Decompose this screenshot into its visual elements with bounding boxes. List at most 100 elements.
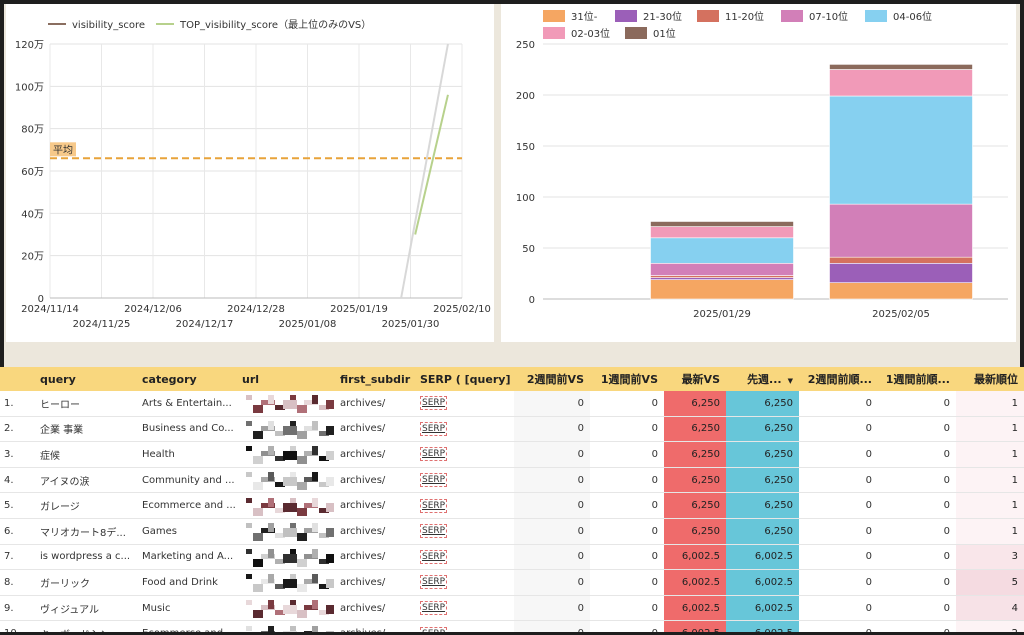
cell-rank-2w: 0 — [799, 544, 878, 571]
serp-link[interactable]: SERP — [420, 498, 448, 513]
header-first-subdir[interactable]: first_subdir — [336, 367, 416, 391]
header-rank-1w[interactable]: 1週間前順... — [878, 367, 956, 391]
header-vs-new[interactable]: 最新VS — [664, 367, 726, 391]
legend-label[interactable]: 21-30位 — [643, 10, 682, 23]
table-row[interactable]: 3. 症候 Health archives/SERP 0 0 6,250 6,250 0 0 1 — [0, 441, 1024, 468]
y-tick-label: 250 — [516, 40, 535, 51]
table-row[interactable]: 5. ガレージ Ecommerce and ... archives/SERP 0 0 6,… — [0, 492, 1024, 519]
cell-query[interactable]: 症候 — [36, 441, 138, 468]
cell-rank-1w: 0 — [878, 620, 956, 632]
cell-vs-prev: 6,250 — [726, 416, 799, 443]
bar-segment[interactable] — [650, 262, 794, 276]
cell-url-redacted[interactable] — [238, 518, 336, 545]
cell-rank-2w: 0 — [799, 391, 878, 417]
cell-vs-2w: 0 — [514, 416, 590, 443]
cell-rank-new: 3 — [956, 544, 1024, 571]
bar-segment[interactable] — [829, 64, 973, 70]
cell-url-redacted[interactable] — [238, 569, 336, 596]
serp-link[interactable]: SERP — [420, 575, 448, 590]
serp-link[interactable]: SERP — [420, 601, 448, 616]
bar-segment[interactable] — [829, 262, 973, 283]
header-vs-1w[interactable]: 1週間前VS — [590, 367, 664, 391]
cell-vs-prev: 6,002.5 — [726, 595, 799, 622]
rank-distribution-bar-chart[interactable]: 31位- 21-30位 11-20位 07-10位 04-06位 02-03位 01位 25… — [501, 4, 1016, 342]
row-index: 10. — [0, 620, 36, 632]
table-row[interactable]: 8. ガーリック Food and Drink archives/SERP 0 0 6,00… — [0, 569, 1024, 596]
bar-segment[interactable] — [650, 221, 794, 227]
bar-segment[interactable] — [829, 256, 973, 264]
cell-query[interactable]: is wordpress a c... — [36, 544, 138, 571]
header-rank-new[interactable]: 最新順位 — [956, 367, 1024, 391]
cell-vs-new: 6,250 — [664, 391, 726, 417]
cell-query[interactable]: ヒーロー — [36, 391, 138, 417]
bar-segment[interactable] — [650, 277, 794, 280]
cell-url-redacted[interactable] — [238, 416, 336, 443]
cell-query[interactable]: ガーリック — [36, 569, 138, 596]
serp-link[interactable]: SERP — [420, 473, 448, 488]
visibility-line-chart-card: visibility_score TOP_visibility_score（最上位… — [6, 4, 494, 342]
cell-url-redacted[interactable] — [238, 441, 336, 468]
table-row[interactable]: 4. アイヌの涙 Community and ... archives/SERP 0 0 6… — [0, 467, 1024, 494]
bar-segment[interactable] — [829, 69, 973, 97]
redacted-url-image — [242, 598, 334, 619]
serp-link[interactable]: SERP — [420, 549, 448, 564]
header-query[interactable]: query — [36, 367, 138, 391]
visibility-line-chart[interactable]: visibility_score TOP_visibility_score（最上位… — [6, 4, 494, 342]
bar-segment[interactable] — [829, 95, 973, 205]
table-row[interactable]: 2. 企業 事業 Business and Co... archives/SERP 0 0… — [0, 416, 1024, 443]
header-vs-prev[interactable]: 先週... ▼ — [726, 367, 799, 391]
redacted-url-image — [242, 521, 334, 542]
legend-swatch — [543, 27, 565, 39]
legend-swatch — [625, 27, 647, 39]
row-index: 6. — [0, 518, 36, 545]
cell-query[interactable]: キーボードシン... — [36, 620, 138, 632]
header-serp[interactable]: SERP ( [query] ) — [416, 367, 514, 391]
serp-link[interactable]: SERP — [420, 421, 448, 436]
bar-segment[interactable] — [650, 237, 794, 264]
legend-label-1[interactable]: TOP_visibility_score（最上位のみのVS） — [179, 18, 371, 31]
legend-label[interactable]: 01位 — [653, 27, 676, 40]
sort-desc-icon[interactable]: ▼ — [788, 377, 793, 385]
cell-rank-1w: 0 — [878, 492, 956, 519]
serp-link[interactable]: SERP — [420, 524, 448, 539]
bar-segment[interactable] — [650, 279, 794, 300]
cell-query[interactable]: ヴィジュアル — [36, 595, 138, 622]
cell-query[interactable]: マリオカート8デ... — [36, 518, 138, 545]
legend-label-0[interactable]: visibility_score — [72, 20, 145, 31]
header-rank-2w[interactable]: 2週間前順... — [799, 367, 878, 391]
bar-segment[interactable] — [650, 226, 794, 239]
cell-url-redacted[interactable] — [238, 620, 336, 632]
cell-query[interactable]: 企業 事業 — [36, 416, 138, 443]
table-row[interactable]: 9. ヴィジュアル Music archives/SERP 0 0 6,002.5 6,002… — [0, 595, 1024, 622]
cell-vs-new: 6,002.5 — [664, 620, 726, 632]
header-category[interactable]: category — [138, 367, 238, 391]
table-row[interactable]: 6. マリオカート8デ... Games archives/SERP 0 0 6,250 6,… — [0, 518, 1024, 545]
table-row[interactable]: 1. ヒーロー Arts & Entertain... archives/SERP 0 0… — [0, 391, 1024, 417]
cell-url-redacted[interactable] — [238, 492, 336, 519]
bar-segment[interactable] — [829, 203, 973, 258]
legend-label[interactable]: 11-20位 — [725, 10, 764, 23]
legend-label[interactable]: 07-10位 — [809, 10, 848, 23]
serp-link[interactable]: SERP — [420, 396, 448, 411]
cell-vs-1w: 0 — [590, 544, 664, 571]
serp-link[interactable]: SERP — [420, 447, 448, 462]
y-tick-label: 40万 — [21, 209, 44, 220]
cell-vs-new: 6,002.5 — [664, 595, 726, 622]
table-row[interactable]: 10.キーボードシン...Ecommerce and ... archives/S… — [0, 620, 1024, 632]
bar-segment[interactable] — [650, 275, 794, 278]
cell-url-redacted[interactable] — [238, 391, 336, 417]
cell-query[interactable]: アイヌの涙 — [36, 467, 138, 494]
header-url[interactable]: url — [238, 367, 336, 391]
bar-segment[interactable] — [829, 282, 973, 300]
table-row[interactable]: 7. is wordpress a c... Marketing and A... a… — [0, 544, 1024, 571]
cell-query[interactable]: ガレージ — [36, 492, 138, 519]
cell-url-redacted[interactable] — [238, 544, 336, 571]
legend-label[interactable]: 31位- — [571, 10, 598, 23]
cell-url-redacted[interactable] — [238, 595, 336, 622]
legend-label[interactable]: 02-03位 — [571, 27, 610, 40]
bar-chart-y-axis: 250 200 150 100 50 0 — [516, 40, 535, 306]
header-vs-2w[interactable]: 2週間前VS — [514, 367, 590, 391]
legend-label[interactable]: 04-06位 — [893, 10, 932, 23]
cell-url-redacted[interactable] — [238, 467, 336, 494]
y-tick-label: 60万 — [21, 167, 44, 178]
